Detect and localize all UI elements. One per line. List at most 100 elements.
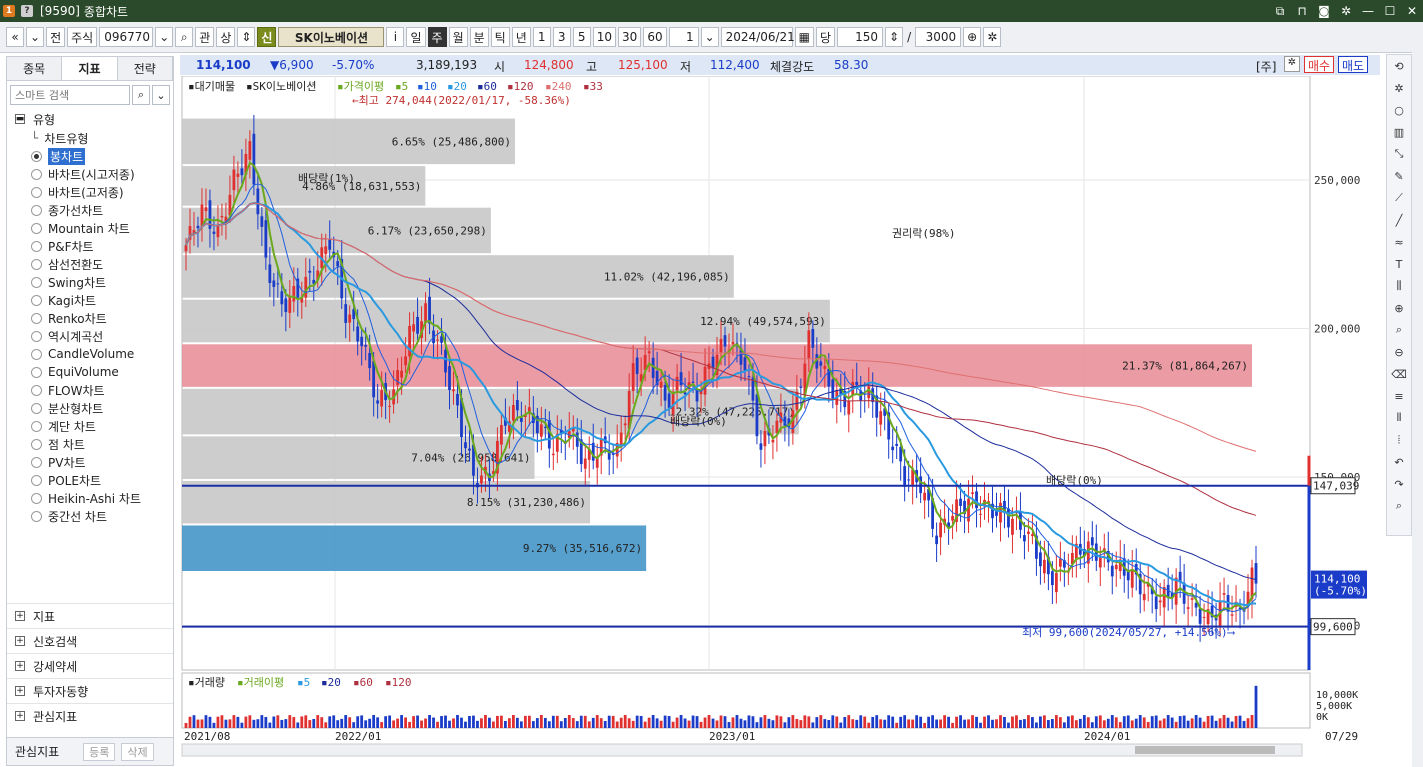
radio-icon[interactable] xyxy=(31,420,42,432)
bar-count-stepper[interactable]: ⇕ xyxy=(885,27,904,47)
market-select[interactable]: 주식 xyxy=(67,27,98,47)
gear-icon[interactable]: ✲ xyxy=(1335,0,1357,22)
magnifier-icon[interactable]: ⌕ xyxy=(1387,319,1411,341)
radio-icon[interactable] xyxy=(31,492,42,504)
settings-icon[interactable]: ✲ xyxy=(983,27,1002,47)
search-icon[interactable]: ⌕ xyxy=(1387,495,1411,517)
radio-icon[interactable] xyxy=(31,150,42,162)
chart-type-option[interactable]: Heikin-Ashi 차트 xyxy=(7,489,173,507)
text-tool-icon[interactable]: T xyxy=(1387,253,1411,275)
dropdown-button[interactable]: ⌄ xyxy=(26,27,45,47)
zoom-icon[interactable]: ⊕ xyxy=(963,27,982,47)
tab-strategy[interactable]: 전략 xyxy=(117,57,173,80)
radio-icon[interactable] xyxy=(31,402,42,414)
zoom-in-icon[interactable]: ⊕ xyxy=(1387,297,1411,319)
slash-tool-icon[interactable]: ╱ xyxy=(1387,209,1411,231)
radio-icon[interactable] xyxy=(31,456,42,468)
pen-tool-icon[interactable]: ✎ xyxy=(1387,165,1411,187)
interest-button[interactable]: 관 xyxy=(195,27,215,47)
chart-type-option[interactable]: 중간선 차트 xyxy=(7,507,173,525)
bar-count-input[interactable]: 150 xyxy=(837,27,884,47)
circle-tool-icon[interactable]: ○ xyxy=(1387,99,1411,121)
delete-tool-icon[interactable]: ⌫ xyxy=(1387,363,1411,385)
period-tick[interactable]: 틱 xyxy=(490,27,510,47)
date-input[interactable]: 2024/06/21 xyxy=(720,27,795,47)
refresh-icon[interactable]: ⟲ xyxy=(1387,55,1411,77)
radio-icon[interactable] xyxy=(31,384,42,396)
bar-tool-icon[interactable]: ▥ xyxy=(1387,121,1411,143)
period-minute[interactable]: 분 xyxy=(469,27,489,47)
chart-type-option[interactable]: EquiVolume xyxy=(7,363,173,381)
radio-icon[interactable] xyxy=(31,276,42,288)
expand-icon[interactable]: + xyxy=(15,661,25,671)
auto-tool-icon[interactable]: ≈ xyxy=(1387,231,1411,253)
calendar-icon[interactable]: ▦ xyxy=(794,27,814,47)
count-30[interactable]: 30 xyxy=(618,27,642,47)
chart-type-option[interactable]: CandleVolume xyxy=(7,345,173,363)
link-icon[interactable]: ⧉ xyxy=(1269,0,1291,22)
period-week[interactable]: 주 xyxy=(427,27,447,47)
chart-type-option[interactable]: 역시계곡선 xyxy=(7,327,173,345)
radio-icon[interactable] xyxy=(31,330,42,342)
sang-button[interactable]: 상 xyxy=(216,27,236,47)
buy-button[interactable]: 매수 xyxy=(1304,56,1335,73)
interval-dropdown-icon[interactable]: ⌄ xyxy=(700,27,719,47)
expand-icon[interactable]: + xyxy=(15,636,25,646)
chart-type-option[interactable]: 삼선전환도 xyxy=(7,255,173,273)
chart-type-option[interactable]: Mountain 차트 xyxy=(7,219,173,237)
smart-search-input[interactable] xyxy=(10,85,130,105)
count-10[interactable]: 10 xyxy=(592,27,617,47)
count-5[interactable]: 5 xyxy=(572,27,591,47)
radio-icon[interactable] xyxy=(31,168,42,180)
chart-type-option[interactable]: FLOW차트 xyxy=(7,381,173,399)
chart-type-option[interactable]: 분산형차트 xyxy=(7,399,173,417)
expand-icon[interactable]: + xyxy=(15,711,25,721)
code-dropdown-icon[interactable]: ⌄ xyxy=(155,27,174,47)
zoom-out-icon[interactable]: ⊖ xyxy=(1387,341,1411,363)
radio-icon[interactable] xyxy=(31,312,42,324)
chart-type-option[interactable]: 바차트(시고저종) xyxy=(7,165,173,183)
collapse-icon[interactable]: ▬ xyxy=(15,114,25,124)
undo-icon[interactable]: ↶ xyxy=(1387,451,1411,473)
count-3[interactable]: 3 xyxy=(552,27,571,47)
register-button[interactable]: 등록 xyxy=(83,742,116,761)
jeon-button[interactable]: 전 xyxy=(46,27,66,47)
minimize-icon[interactable]: — xyxy=(1357,0,1379,22)
expand-icon[interactable]: + xyxy=(15,611,25,621)
line-tool-icon[interactable]: ⟋ xyxy=(1387,187,1411,209)
chart-type-option[interactable]: 종가선차트 xyxy=(7,201,173,219)
section-signal-search[interactable]: + 신호검색 xyxy=(7,628,173,653)
radio-icon[interactable] xyxy=(31,258,42,270)
radio-icon[interactable] xyxy=(31,222,42,234)
fib-tool-icon[interactable]: ≡ xyxy=(1387,385,1411,407)
price-chart[interactable]: 250,000200,000150,000100,0006.65% (25,48… xyxy=(180,76,1380,767)
chart-type-option[interactable]: 계단 차트 xyxy=(7,417,173,435)
redo-icon[interactable]: ↷ xyxy=(1387,473,1411,495)
camera-icon[interactable]: ◙ xyxy=(1313,0,1335,22)
prev-button[interactable]: « xyxy=(6,27,24,47)
radio-icon[interactable] xyxy=(31,294,42,306)
close-icon[interactable]: ✕ xyxy=(1401,0,1423,22)
maximize-icon[interactable]: ☐ xyxy=(1379,0,1401,22)
radio-icon[interactable] xyxy=(31,186,42,198)
search-icon[interactable]: ⌕ xyxy=(175,27,194,47)
stock-code-input[interactable]: 096770 xyxy=(99,27,154,47)
sell-button[interactable]: 매도 xyxy=(1338,56,1369,73)
chart-type-option[interactable]: 점 차트 xyxy=(7,435,173,453)
radio-icon[interactable] xyxy=(31,438,42,450)
radio-icon[interactable] xyxy=(31,348,42,360)
section-favorite-indicators[interactable]: + 관심지표 xyxy=(7,703,173,728)
radio-icon[interactable] xyxy=(31,474,42,486)
period-year[interactable]: 년 xyxy=(511,27,531,47)
chart-type-option[interactable]: Kagi차트 xyxy=(7,291,173,309)
help-icon[interactable]: ? xyxy=(21,5,33,17)
columns-tool-icon[interactable]: ⦙ xyxy=(1387,429,1411,451)
chart-type-header[interactable]: └ 차트유형 xyxy=(7,129,173,147)
radio-icon[interactable] xyxy=(31,204,42,216)
chart-type-option[interactable]: 봉차트 xyxy=(7,147,173,165)
pin-icon[interactable]: ⊓ xyxy=(1291,0,1313,22)
expand-icon[interactable]: ⌄ xyxy=(152,85,170,105)
count-60[interactable]: 60 xyxy=(643,27,667,47)
window-scrollbar[interactable] xyxy=(1412,22,1423,767)
section-strength[interactable]: + 강세약세 xyxy=(7,653,173,678)
